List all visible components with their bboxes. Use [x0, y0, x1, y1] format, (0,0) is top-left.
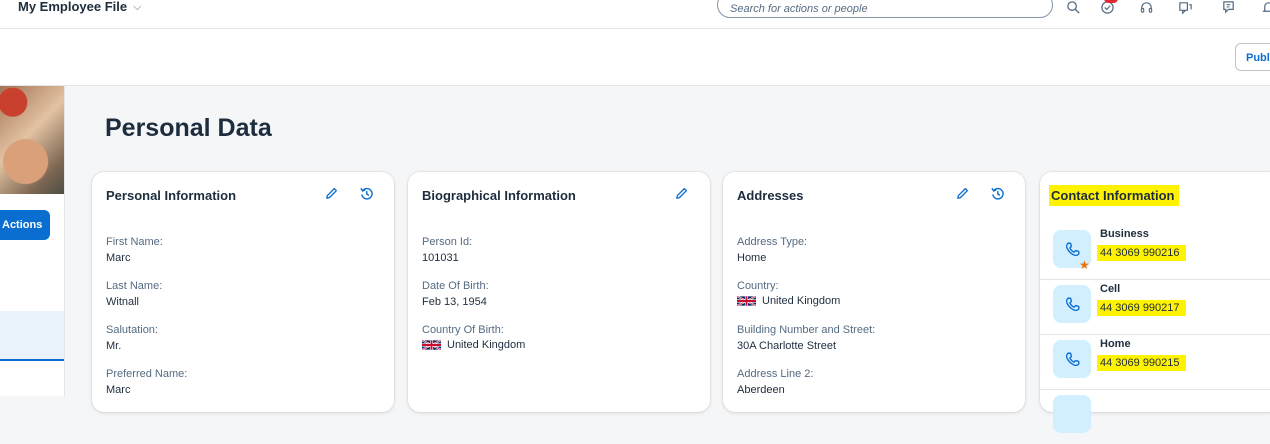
uk-flag-icon — [737, 295, 756, 307]
address-line-2-value: Aberdeen — [737, 384, 785, 396]
phone-icon[interactable] — [1053, 395, 1091, 433]
contact-row-home[interactable]: Home 44 3069 990215 — [1040, 334, 1270, 390]
last-name-value: Witnall — [106, 296, 140, 308]
country-of-birth-text: United Kingdom — [447, 339, 526, 351]
actions-button[interactable]: Actions — [0, 210, 50, 240]
bell-icon[interactable] — [1259, 0, 1270, 16]
street-label: Building Number and Street: — [737, 324, 876, 336]
person-id-value: 101031 — [422, 252, 459, 264]
contact-row-partial[interactable] — [1040, 389, 1270, 444]
edit-icon[interactable] — [322, 184, 340, 202]
headset-icon[interactable] — [1137, 0, 1155, 16]
edit-icon[interactable] — [953, 184, 971, 202]
phone-icon[interactable] — [1053, 340, 1091, 378]
country-of-birth-value: United Kingdom — [422, 339, 525, 351]
salutation-value: Mr. — [106, 340, 122, 352]
card-title: Contact Information — [1049, 185, 1179, 206]
address-type-value: Home — [737, 252, 767, 264]
biographical-information-card: Biographical Information Person Id: 1010… — [408, 172, 710, 412]
shell-bar: My Employee File ⌵ Search for actions or… — [0, 0, 1270, 29]
history-icon[interactable] — [357, 184, 375, 202]
street-value: 30A Charlotte Street — [737, 340, 837, 352]
card-title: Personal Information — [106, 188, 237, 203]
search-icon[interactable] — [1064, 0, 1082, 16]
card-title: Biographical Information — [422, 188, 576, 203]
addresses-card: Addresses Address Type: Home Country: Un… — [723, 172, 1025, 412]
contact-number[interactable]: 44 3069 990216 — [1097, 245, 1186, 261]
object-header-bar: Publi — [0, 29, 1270, 86]
date-of-birth-label: Date Of Birth: — [422, 280, 489, 292]
first-name-label: First Name: — [106, 236, 163, 248]
app-title: My Employee File — [18, 0, 128, 14]
person-id-label: Person Id: — [422, 236, 473, 248]
product-switch-icon[interactable] — [1176, 0, 1194, 16]
contact-number[interactable]: 44 3069 990215 — [1097, 355, 1186, 371]
address-line-2-label: Address Line 2: — [737, 368, 814, 380]
preferred-name-value: Marc — [106, 384, 131, 396]
contact-row-business[interactable]: ★ Business 44 3069 990216 — [1040, 224, 1270, 280]
app-title-menu[interactable]: My Employee File ⌵ — [18, 0, 141, 28]
page-title: Personal Data — [105, 114, 272, 142]
edit-icon[interactable] — [672, 184, 690, 202]
contact-number[interactable]: 44 3069 990217 — [1097, 300, 1186, 316]
employee-photo — [0, 86, 64, 194]
history-icon[interactable] — [988, 184, 1006, 202]
country-value: United Kingdom — [737, 295, 840, 307]
publish-button[interactable]: Publi — [1235, 43, 1270, 71]
salutation-label: Salutation: — [106, 324, 158, 336]
contact-title-text: Contact Information — [1049, 185, 1179, 206]
contact-row-cell[interactable]: Cell 44 3069 990217 — [1040, 279, 1270, 335]
card-title: Addresses — [737, 188, 804, 203]
search-placeholder: Search for actions or people — [730, 3, 868, 15]
star-icon: ★ — [1079, 258, 1090, 272]
contact-type: Cell — [1100, 283, 1121, 295]
country-label: Country: — [737, 280, 779, 292]
contact-type: Home — [1100, 338, 1131, 350]
selected-nav-item[interactable] — [0, 311, 64, 361]
uk-flag-icon — [422, 339, 441, 351]
country-of-birth-label: Country Of Birth: — [422, 324, 504, 336]
employee-side-panel: Actions — [0, 86, 65, 396]
country-text: United Kingdom — [762, 295, 841, 307]
date-of-birth-value: Feb 13, 1954 — [422, 296, 487, 308]
search-field[interactable]: Search for actions or people — [717, 0, 1053, 18]
phone-icon[interactable] — [1053, 285, 1091, 323]
address-type-label: Address Type: — [737, 236, 808, 248]
contact-type: Business — [1100, 228, 1149, 240]
contact-information-card: Contact Information ★ Business 44 3069 9… — [1040, 172, 1270, 433]
first-name-value: Marc — [106, 252, 131, 264]
preferred-name-label: Preferred Name: — [106, 368, 188, 380]
feedback-icon[interactable] — [1219, 0, 1237, 16]
last-name-label: Last Name: — [106, 280, 163, 292]
chevron-down-icon: ⌵ — [133, 1, 142, 13]
personal-information-card: Personal Information First Name: Marc La… — [92, 172, 394, 412]
